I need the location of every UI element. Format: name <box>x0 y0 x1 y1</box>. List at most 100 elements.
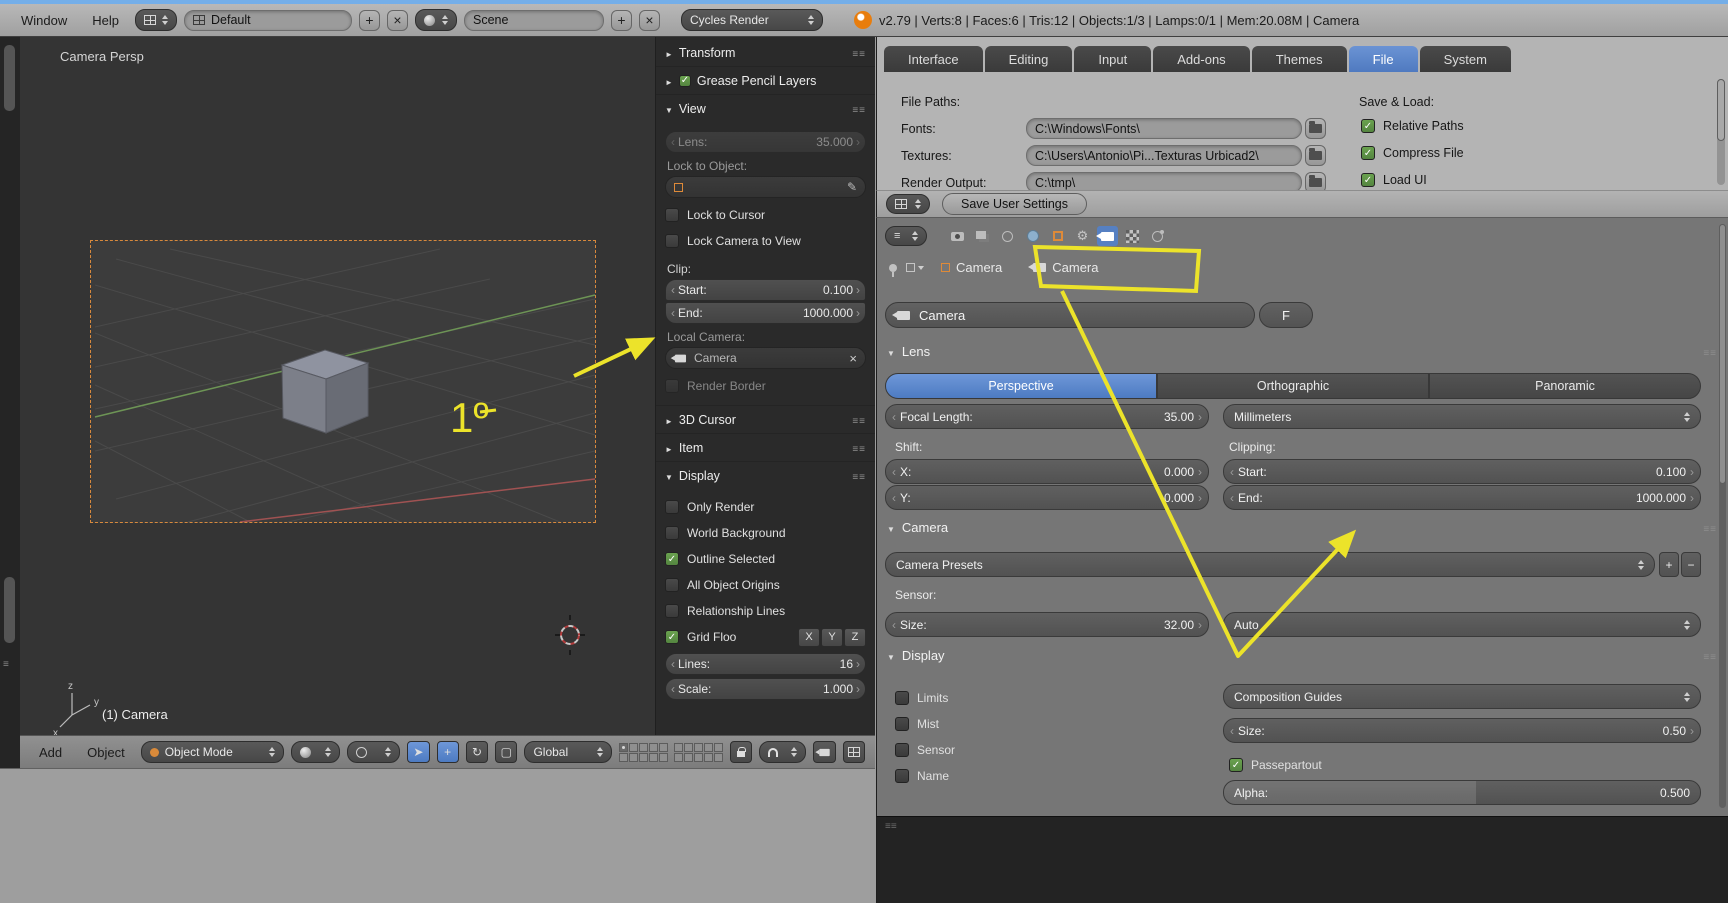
mode-dropdown[interactable]: Object Mode <box>140 741 285 763</box>
sensor-checkbox[interactable]: Sensor <box>895 737 955 763</box>
viewport-shading-dropdown[interactable] <box>291 741 341 763</box>
panel-header-view[interactable]: View <box>665 96 866 121</box>
props-scrollbar[interactable] <box>1719 224 1726 808</box>
relative-paths-checkbox[interactable]: Relative Paths <box>1361 119 1464 133</box>
add-layout-button[interactable]: + <box>359 9 380 31</box>
tab-themes[interactable]: Themes <box>1251 46 1347 72</box>
panel-header-transform[interactable]: Transform <box>665 40 866 65</box>
layers-group-2[interactable] <box>674 742 724 762</box>
editor-type-button[interactable] <box>886 194 930 214</box>
grid-lines-field[interactable]: Lines: 16 <box>665 653 866 675</box>
scene-tab-icon[interactable] <box>997 226 1018 246</box>
scene-browse-button[interactable] <box>415 9 457 31</box>
render-output-browse-button[interactable] <box>1305 172 1326 190</box>
increase-arrow-icon[interactable] <box>856 283 860 297</box>
panel-grip-icon[interactable] <box>852 413 866 427</box>
props-scrollbar-handle[interactable] <box>1719 224 1726 484</box>
relationship-lines-checkbox[interactable]: Relationship Lines <box>665 598 866 624</box>
increase-arrow-icon[interactable] <box>1690 491 1694 505</box>
lock-camera-to-view-checkbox[interactable]: Lock Camera to View <box>665 228 866 254</box>
panel-grip-icon[interactable] <box>1703 648 1717 663</box>
increase-arrow-icon[interactable] <box>1198 491 1202 505</box>
world-tab-icon[interactable] <box>1022 226 1043 246</box>
render-layers-tab-icon[interactable] <box>972 226 993 246</box>
local-camera-field[interactable]: Camera <box>665 347 866 369</box>
manipulator-translate-button[interactable]: + <box>436 741 459 763</box>
all-object-origins-checkbox[interactable]: All Object Origins <box>665 572 866 598</box>
clear-icon[interactable] <box>849 351 857 366</box>
browse-id-button[interactable] <box>906 263 924 272</box>
tab-editing[interactable]: Editing <box>984 46 1073 72</box>
scene-name-field[interactable]: Scene <box>464 9 604 31</box>
sensor-size-field[interactable]: Size: 32.00 <box>885 612 1209 637</box>
panel-grip-icon[interactable] <box>852 102 866 116</box>
menu-window[interactable]: Window <box>12 13 76 28</box>
lock-object-field[interactable] <box>665 176 866 198</box>
panel-grip-icon[interactable] <box>852 46 866 60</box>
textures-path-field[interactable]: C:\Users\Antonio\Pi...Texturas Urbicad2\ <box>1026 145 1302 166</box>
increase-arrow-icon[interactable] <box>1690 724 1694 738</box>
increase-arrow-icon[interactable] <box>1198 618 1202 632</box>
datablock-name-field[interactable]: Camera <box>885 302 1255 328</box>
pin-icon[interactable] <box>889 263 897 277</box>
passepartout-size-field[interactable]: Size: 0.50 <box>1223 718 1701 743</box>
camera-presets-dropdown[interactable]: Camera Presets <box>885 552 1655 577</box>
render-engine-dropdown[interactable]: Cycles Render <box>681 9 823 31</box>
sensor-fit-dropdown[interactable]: Auto <box>1223 612 1701 637</box>
mist-checkbox[interactable]: Mist <box>895 711 939 737</box>
breadcrumb-data[interactable]: Camera <box>1028 260 1099 275</box>
fonts-path-field[interactable]: C:\Windows\Fonts\ <box>1026 118 1302 139</box>
remove-preset-button[interactable]: − <box>1681 552 1701 577</box>
panel-header-camera[interactable]: Camera <box>887 520 1717 535</box>
fake-user-button[interactable]: F <box>1259 302 1313 328</box>
delete-layout-button[interactable]: × <box>387 9 408 31</box>
composition-guides-dropdown[interactable]: Composition Guides <box>1223 684 1701 709</box>
panel-header-display[interactable]: Display <box>665 463 866 488</box>
load-ui-checkbox[interactable]: Load UI <box>1361 173 1427 187</box>
prefs-scrollbar-handle[interactable] <box>1717 79 1725 141</box>
lock-to-scene-button[interactable] <box>730 741 753 763</box>
eyedropper-icon[interactable] <box>847 180 857 194</box>
clip-start-field[interactable]: Start: 0.100 <box>665 279 866 301</box>
render-tab-icon[interactable] <box>947 226 968 246</box>
world-background-checkbox[interactable]: World Background <box>665 520 866 546</box>
alpha-slider[interactable]: Alpha: 0.500 <box>1223 780 1701 805</box>
panel-header-3d-cursor[interactable]: 3D Cursor <box>665 407 866 432</box>
grid-floor-checkbox[interactable]: Grid Floo X Y Z <box>665 624 866 650</box>
3d-cursor[interactable] <box>555 615 585 655</box>
tab-system[interactable]: System <box>1419 46 1511 72</box>
layers-widget[interactable] <box>619 742 724 762</box>
increase-arrow-icon[interactable] <box>856 682 860 696</box>
panel-grip-icon[interactable]: ≡≡ <box>885 821 897 832</box>
delete-scene-button[interactable]: × <box>639 9 660 31</box>
clip-end-field[interactable]: End: 1000.000 <box>665 302 866 324</box>
increase-arrow-icon[interactable] <box>1198 465 1202 479</box>
save-user-settings-button[interactable]: Save User Settings <box>942 193 1087 215</box>
grease-pencil-checkbox[interactable] <box>678 74 691 87</box>
grid-scale-field[interactable]: Scale: 1.000 <box>665 678 866 700</box>
menu-object[interactable]: Object <box>78 745 134 760</box>
panel-grip-icon[interactable] <box>852 469 866 483</box>
shift-x-field[interactable]: X: 0.000 <box>885 459 1209 484</box>
lens-unit-dropdown[interactable]: Millimeters <box>1223 404 1701 429</box>
manipulator-rotate-button[interactable]: ↻ <box>465 741 489 763</box>
object-tab-icon[interactable] <box>1047 226 1068 246</box>
add-scene-button[interactable]: + <box>611 9 632 31</box>
panel-grip-icon[interactable]: ≡ <box>3 659 9 670</box>
only-render-checkbox[interactable]: Only Render <box>665 494 866 520</box>
snap-dropdown[interactable] <box>759 741 807 763</box>
increase-arrow-icon[interactable] <box>1198 410 1202 424</box>
render-border-checkbox[interactable]: Render Border <box>665 373 866 399</box>
layers-group-1[interactable] <box>619 742 669 762</box>
panel-header-display[interactable]: Display <box>887 648 1717 663</box>
prefs-scrollbar[interactable] <box>1717 79 1725 185</box>
shift-y-field[interactable]: Y: 0.000 <box>885 485 1209 510</box>
panel-grip-icon[interactable] <box>1703 520 1717 535</box>
orthographic-button[interactable]: Orthographic <box>1157 373 1429 399</box>
compress-file-checkbox[interactable]: Compress File <box>1361 146 1464 160</box>
grid-z-button[interactable]: Z <box>844 627 866 647</box>
tab-file[interactable]: File <box>1348 46 1418 72</box>
opengl-render-anim-button[interactable] <box>842 741 866 763</box>
panel-grip-icon[interactable] <box>852 441 866 455</box>
textures-browse-button[interactable] <box>1305 145 1326 166</box>
